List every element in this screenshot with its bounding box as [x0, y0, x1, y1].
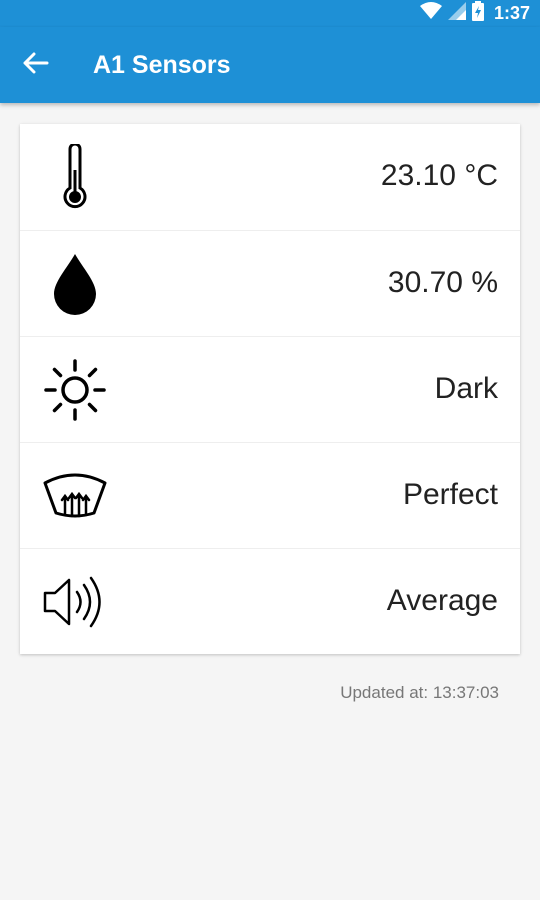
- back-button[interactable]: [14, 43, 58, 87]
- battery-icon: [471, 1, 484, 26]
- sensor-row-noise: Average: [20, 548, 520, 655]
- updated-timestamp: Updated at: 13:37:03: [340, 683, 499, 702]
- app-bar: A1 Sensors: [0, 27, 540, 103]
- arrow-left-icon: [23, 52, 49, 79]
- sensor-row-temperature: 23.10 °C: [20, 124, 520, 230]
- status-bar: 1:37: [0, 0, 540, 27]
- water-drop-icon: [40, 249, 110, 319]
- noise-value: Average: [386, 584, 498, 617]
- sensor-card: 23.10 °C 30.70 % Dark Perfect Average: [20, 124, 520, 654]
- sensor-row-air-quality: Perfect: [20, 442, 520, 549]
- light-value: Dark: [434, 372, 498, 405]
- sensor-row-humidity: 30.70 %: [20, 230, 520, 337]
- cell-signal-icon: [447, 2, 466, 25]
- wifi-icon: [419, 2, 442, 25]
- speaker-icon: [40, 567, 110, 637]
- sensor-row-light: Dark: [20, 336, 520, 443]
- status-icons: 1:37: [419, 1, 530, 26]
- thermometer-icon: [40, 142, 110, 212]
- app-title: A1 Sensors: [93, 51, 231, 79]
- air-quality-icon: [40, 461, 110, 531]
- air-quality-value: Perfect: [402, 478, 498, 511]
- status-time: 1:37: [493, 3, 530, 23]
- temperature-value: 23.10 °C: [380, 159, 498, 192]
- humidity-value: 30.70 %: [387, 266, 498, 299]
- sun-icon: [40, 355, 110, 425]
